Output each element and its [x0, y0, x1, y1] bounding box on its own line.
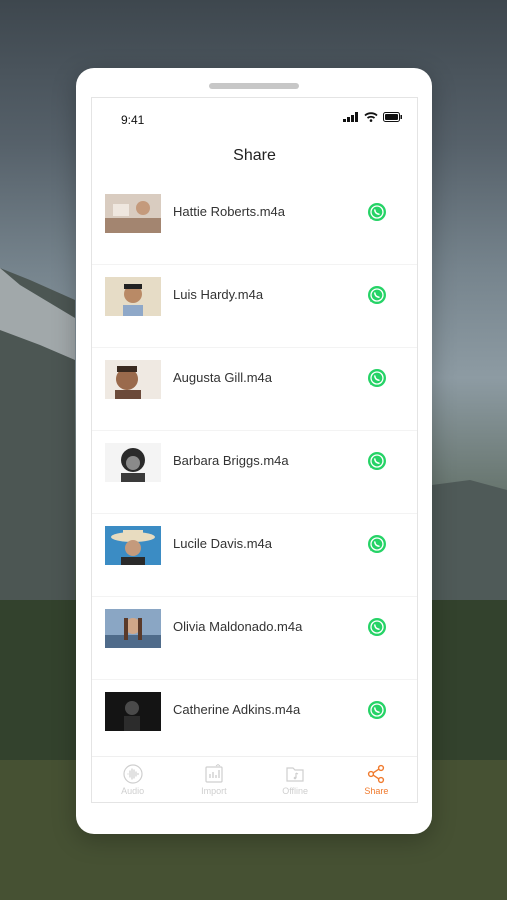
import-icon [205, 764, 223, 783]
whatsapp-icon[interactable] [367, 534, 387, 554]
whatsapp-icon[interactable] [367, 202, 387, 222]
thumbnail-image [105, 526, 161, 565]
list-item[interactable]: Lucile Davis.m4a [92, 514, 417, 597]
phone-frame: 9:41 Share Hattie Roberts.m4a Luis Hardy… [76, 68, 432, 834]
status-icons [343, 112, 403, 122]
tab-label: Audio [121, 786, 145, 796]
thumbnail-image [105, 692, 161, 731]
file-name: Olivia Maldonado.m4a [173, 619, 303, 634]
list-item[interactable]: Hattie Roberts.m4a [92, 182, 417, 265]
whatsapp-icon[interactable] [367, 285, 387, 305]
list-item[interactable]: Catherine Adkins.m4a [92, 680, 417, 763]
list-item[interactable]: Augusta Gill.m4a [92, 348, 417, 431]
page-title: Share [233, 147, 276, 164]
list-item[interactable]: Olivia Maldonado.m4a [92, 597, 417, 680]
tab-audio[interactable]: Audio [92, 757, 173, 802]
file-name: Lucile Davis.m4a [173, 536, 272, 551]
list-item[interactable]: Barbara Briggs.m4a [92, 431, 417, 514]
list-item[interactable]: Luis Hardy.m4a [92, 265, 417, 348]
thumbnail-image [105, 277, 161, 316]
file-name: Catherine Adkins.m4a [173, 702, 301, 717]
signal-icon [343, 112, 358, 122]
whatsapp-icon[interactable] [367, 368, 387, 388]
whatsapp-icon[interactable] [367, 700, 387, 720]
file-name: Barbara Briggs.m4a [173, 453, 289, 468]
tab-offline[interactable]: Offline [255, 757, 336, 802]
tab-import[interactable]: Import [173, 757, 254, 802]
share-icon [368, 764, 385, 784]
thumbnail-image [105, 194, 161, 233]
tab-bar: Audio Import Offline Share [92, 756, 417, 802]
thumbnail-image [105, 360, 161, 399]
file-name: Luis Hardy.m4a [173, 287, 264, 302]
tab-share[interactable]: Share [336, 757, 417, 802]
app-screen: 9:41 Share Hattie Roberts.m4a Luis Hardy… [91, 97, 418, 803]
thumbnail-image [105, 609, 161, 648]
offline-folder-icon [286, 767, 304, 782]
status-time: 9:41 [121, 113, 145, 127]
whatsapp-icon[interactable] [367, 617, 387, 637]
tab-label: Import [201, 786, 227, 796]
thumbnail-image [105, 443, 161, 482]
wifi-icon [364, 112, 378, 122]
file-list: Hattie Roberts.m4a Luis Hardy.m4a August… [92, 182, 417, 763]
battery-icon [383, 112, 402, 122]
whatsapp-icon[interactable] [367, 451, 387, 471]
file-name: Hattie Roberts.m4a [173, 204, 285, 219]
tab-label: Share [364, 786, 389, 796]
audio-wave-icon [123, 764, 143, 784]
phone-speaker [209, 83, 299, 89]
tab-label: Offline [282, 786, 309, 796]
file-name: Augusta Gill.m4a [173, 370, 272, 385]
